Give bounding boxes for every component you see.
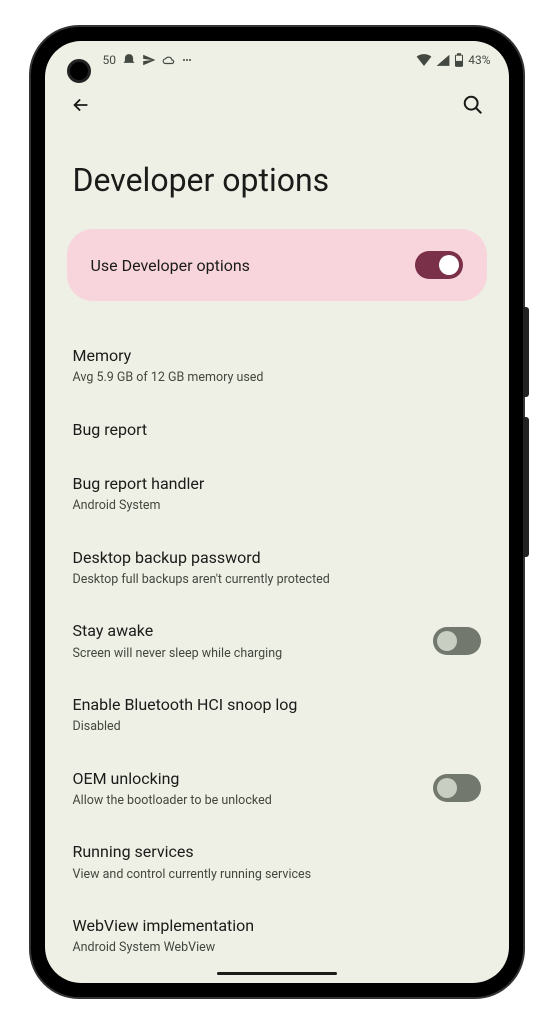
setting-subtitle: Disabled <box>73 719 465 735</box>
setting-title: Bug report handler <box>73 473 465 495</box>
cloud-icon <box>162 54 176 66</box>
setting-title: Enable Bluetooth HCI snoop log <box>73 694 465 716</box>
send-icon <box>142 53 156 67</box>
setting-subtitle: Screen will never sleep while charging <box>73 646 417 662</box>
power-button <box>523 307 529 397</box>
setting-row[interactable]: Enable Bluetooth HCI snoop log Disabled <box>73 678 481 752</box>
page-title: Developer options <box>45 131 509 229</box>
setting-text: Running services View and control current… <box>73 841 481 883</box>
setting-text: WebView implementation Android System Web… <box>73 915 481 957</box>
status-right: 43% <box>416 53 490 67</box>
setting-title: WebView implementation <box>73 915 465 937</box>
setting-toggle[interactable] <box>433 627 481 655</box>
setting-row[interactable]: OEM unlocking Allow the bootloader to be … <box>73 752 481 826</box>
setting-subtitle: Avg 5.9 GB of 12 GB memory used <box>73 370 465 386</box>
setting-title: OEM unlocking <box>73 768 417 790</box>
setting-list: Memory Avg 5.9 GB of 12 GB memory used Bug… <box>45 329 509 983</box>
setting-subtitle: Desktop full backups aren't currently pr… <box>73 572 465 588</box>
status-bar: 50 <box>45 41 509 79</box>
signal-icon <box>436 54 450 66</box>
setting-title: Bug report <box>73 419 465 441</box>
setting-text: Bug report <box>73 419 481 441</box>
camera-hole <box>67 59 91 83</box>
more-icon <box>182 55 192 65</box>
setting-subtitle: View and control currently running servi… <box>73 867 465 883</box>
phone-frame: 50 <box>31 27 523 997</box>
setting-row[interactable]: Bug report handler Android System <box>73 457 481 531</box>
setting-text: Memory Avg 5.9 GB of 12 GB memory used <box>73 345 481 387</box>
setting-row[interactable]: WebView implementation Android System Web… <box>73 899 481 973</box>
setting-row[interactable]: Desktop backup password Desktop full back… <box>73 531 481 605</box>
app-bar <box>45 79 509 131</box>
status-time-fragment: 50 <box>103 53 117 67</box>
setting-title: Desktop backup password <box>73 547 465 569</box>
setting-row[interactable]: Memory Avg 5.9 GB of 12 GB memory used <box>73 329 481 403</box>
setting-subtitle: Allow the bootloader to be unlocked <box>73 793 417 809</box>
setting-title: Memory <box>73 345 465 367</box>
setting-text: OEM unlocking Allow the bootloader to be … <box>73 768 433 810</box>
battery-icon <box>454 53 464 67</box>
setting-subtitle: Android System <box>73 498 465 514</box>
back-button[interactable] <box>67 91 95 119</box>
setting-subtitle: Android System WebView <box>73 940 465 956</box>
setting-text: Bug report handler Android System <box>73 473 481 515</box>
master-toggle-row[interactable]: Use Developer options <box>67 229 487 301</box>
master-toggle-switch[interactable] <box>415 251 463 279</box>
nav-handle[interactable] <box>217 972 337 975</box>
wifi-icon <box>416 54 432 66</box>
notification-icon <box>122 53 136 67</box>
status-left: 50 <box>103 53 193 67</box>
volume-button <box>523 417 529 557</box>
setting-row[interactable]: Running services View and control current… <box>73 825 481 899</box>
setting-text: Desktop backup password Desktop full back… <box>73 547 481 589</box>
search-button[interactable] <box>459 91 487 119</box>
setting-toggle[interactable] <box>433 774 481 802</box>
setting-text: Enable Bluetooth HCI snoop log Disabled <box>73 694 481 736</box>
setting-text: Stay awake Screen will never sleep while … <box>73 620 433 662</box>
setting-row[interactable]: Stay awake Screen will never sleep while … <box>73 604 481 678</box>
battery-text: 43% <box>468 53 490 67</box>
screen: 50 <box>45 41 509 983</box>
master-toggle-label: Use Developer options <box>91 256 250 275</box>
setting-row[interactable]: Bug report <box>73 403 481 457</box>
setting-title: Running services <box>73 841 465 863</box>
setting-title: Stay awake <box>73 620 417 642</box>
